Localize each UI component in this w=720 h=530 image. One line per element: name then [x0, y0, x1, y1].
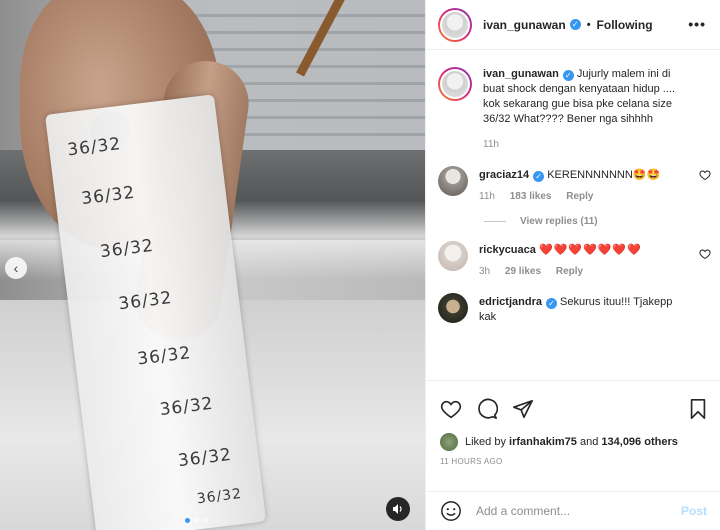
comment-username[interactable]: edrictjandra: [479, 296, 542, 308]
post-media[interactable]: 36/32 36/32 36/32 36/32 36/32 36/32 36/3…: [0, 0, 425, 530]
comment-item: graciaz14 ✓ KERENNNNNNN🤩🤩 11h 183 likes R…: [426, 150, 720, 202]
commenter-avatar[interactable]: [438, 293, 468, 323]
tape-label: 36/32: [195, 485, 243, 508]
liker-username[interactable]: irfanhakim75: [509, 436, 577, 448]
verified-badge-icon: ✓: [533, 171, 545, 182]
caption-username[interactable]: ivan_gunawan: [483, 68, 559, 80]
caption-avatar[interactable]: [438, 67, 472, 101]
likes-prefix: Liked by: [465, 436, 506, 448]
carousel-dots: [185, 518, 208, 523]
following-button[interactable]: Following: [597, 18, 653, 32]
liker-avatar[interactable]: [440, 433, 458, 451]
view-replies-label: View replies (11): [520, 216, 598, 227]
emoji-smiley-icon[interactable]: [440, 500, 462, 522]
verified-badge-icon: ✓: [545, 298, 557, 309]
post-comment-button[interactable]: Post: [681, 504, 707, 518]
verified-badge-icon: ✓: [569, 19, 581, 30]
comment-time[interactable]: 11h: [479, 191, 495, 202]
comment-time[interactable]: 3h: [479, 266, 490, 277]
previous-arrow-button[interactable]: ‹: [5, 257, 27, 279]
tape-label: 36/32: [98, 235, 155, 263]
reply-button[interactable]: Reply: [566, 191, 593, 202]
comment-item: edrictjandra ✓ Sekurus ituu!!! Tjakepp ka…: [426, 277, 720, 325]
author-avatar[interactable]: [438, 7, 472, 42]
heart-outline-icon[interactable]: [699, 169, 711, 181]
share-paper-plane-icon[interactable]: [512, 398, 534, 420]
bookmark-icon[interactable]: [687, 398, 709, 420]
comment-item: rickycuaca ❤️❤️❤️❤️❤️❤️❤️ 3h 29 likes Re…: [426, 227, 720, 277]
tape-label: 36/32: [176, 444, 234, 472]
reply-button[interactable]: Reply: [556, 266, 583, 277]
comment-input[interactable]: Add a comment...: [476, 504, 681, 518]
comment-text: ❤️❤️❤️❤️❤️❤️❤️: [538, 244, 642, 256]
post-actions-section: Liked by irfanhakim75 and 134,096 others…: [426, 380, 720, 466]
speaker-icon: [393, 504, 402, 514]
likes-and: and: [579, 436, 599, 448]
tape-label: 36/32: [117, 287, 174, 315]
like-heart-icon[interactable]: [440, 398, 462, 420]
action-bar: [426, 381, 720, 423]
comment-likes[interactable]: 29 likes: [505, 266, 541, 277]
more-options-icon[interactable]: •••: [688, 16, 706, 32]
chevron-left-icon: ‹: [13, 260, 19, 276]
post-header: ivan_gunawan ✓ • Following •••: [426, 0, 720, 50]
caption-time[interactable]: 11h: [483, 139, 499, 150]
heart-outline-icon[interactable]: [699, 248, 711, 260]
comment-meta: 3h 29 likes Reply: [479, 266, 687, 277]
add-comment-bar: Add a comment... Post: [426, 491, 720, 530]
sound-toggle-button[interactable]: [386, 497, 410, 521]
caption: ivan_gunawan ✓ Jujurly malem ini di buat …: [426, 51, 720, 150]
tape-label: 36/32: [66, 134, 123, 161]
likes-count[interactable]: 134,096 others: [601, 436, 677, 448]
comment-bubble-icon[interactable]: [476, 398, 498, 420]
tape-label: 36/32: [80, 182, 137, 210]
comment-meta: 11h 183 likes Reply: [479, 191, 687, 202]
replies-divider: [484, 221, 506, 222]
verified-badge-icon: ✓: [562, 70, 574, 81]
post-timestamp[interactable]: 11 HOURS AGO: [426, 451, 720, 466]
carousel-dot-active: [185, 518, 190, 523]
comments-list[interactable]: ivan_gunawan ✓ Jujurly malem ini di buat …: [426, 51, 720, 379]
likes-summary: Liked by irfanhakim75 and 134,096 others: [426, 423, 720, 451]
comment-text: KERENNNNNNN🤩🤩: [547, 169, 661, 181]
separator-dot: •: [586, 18, 591, 31]
view-replies-button[interactable]: View replies (11): [484, 216, 720, 227]
author-username[interactable]: ivan_gunawan: [483, 18, 566, 32]
caption-meta: 11h: [483, 139, 687, 150]
comment-username[interactable]: rickycuaca: [479, 244, 536, 256]
carousel-dot: [203, 518, 208, 523]
carousel-dot: [194, 518, 199, 523]
comment-username[interactable]: graciaz14: [479, 169, 529, 181]
commenter-avatar[interactable]: [438, 166, 468, 196]
post-side-panel: ivan_gunawan ✓ • Following ••• ivan_guna…: [425, 0, 720, 530]
tape-label: 36/32: [158, 393, 215, 421]
tape-label: 36/32: [136, 343, 193, 370]
commenter-avatar[interactable]: [438, 241, 468, 271]
comment-likes[interactable]: 183 likes: [510, 191, 552, 202]
